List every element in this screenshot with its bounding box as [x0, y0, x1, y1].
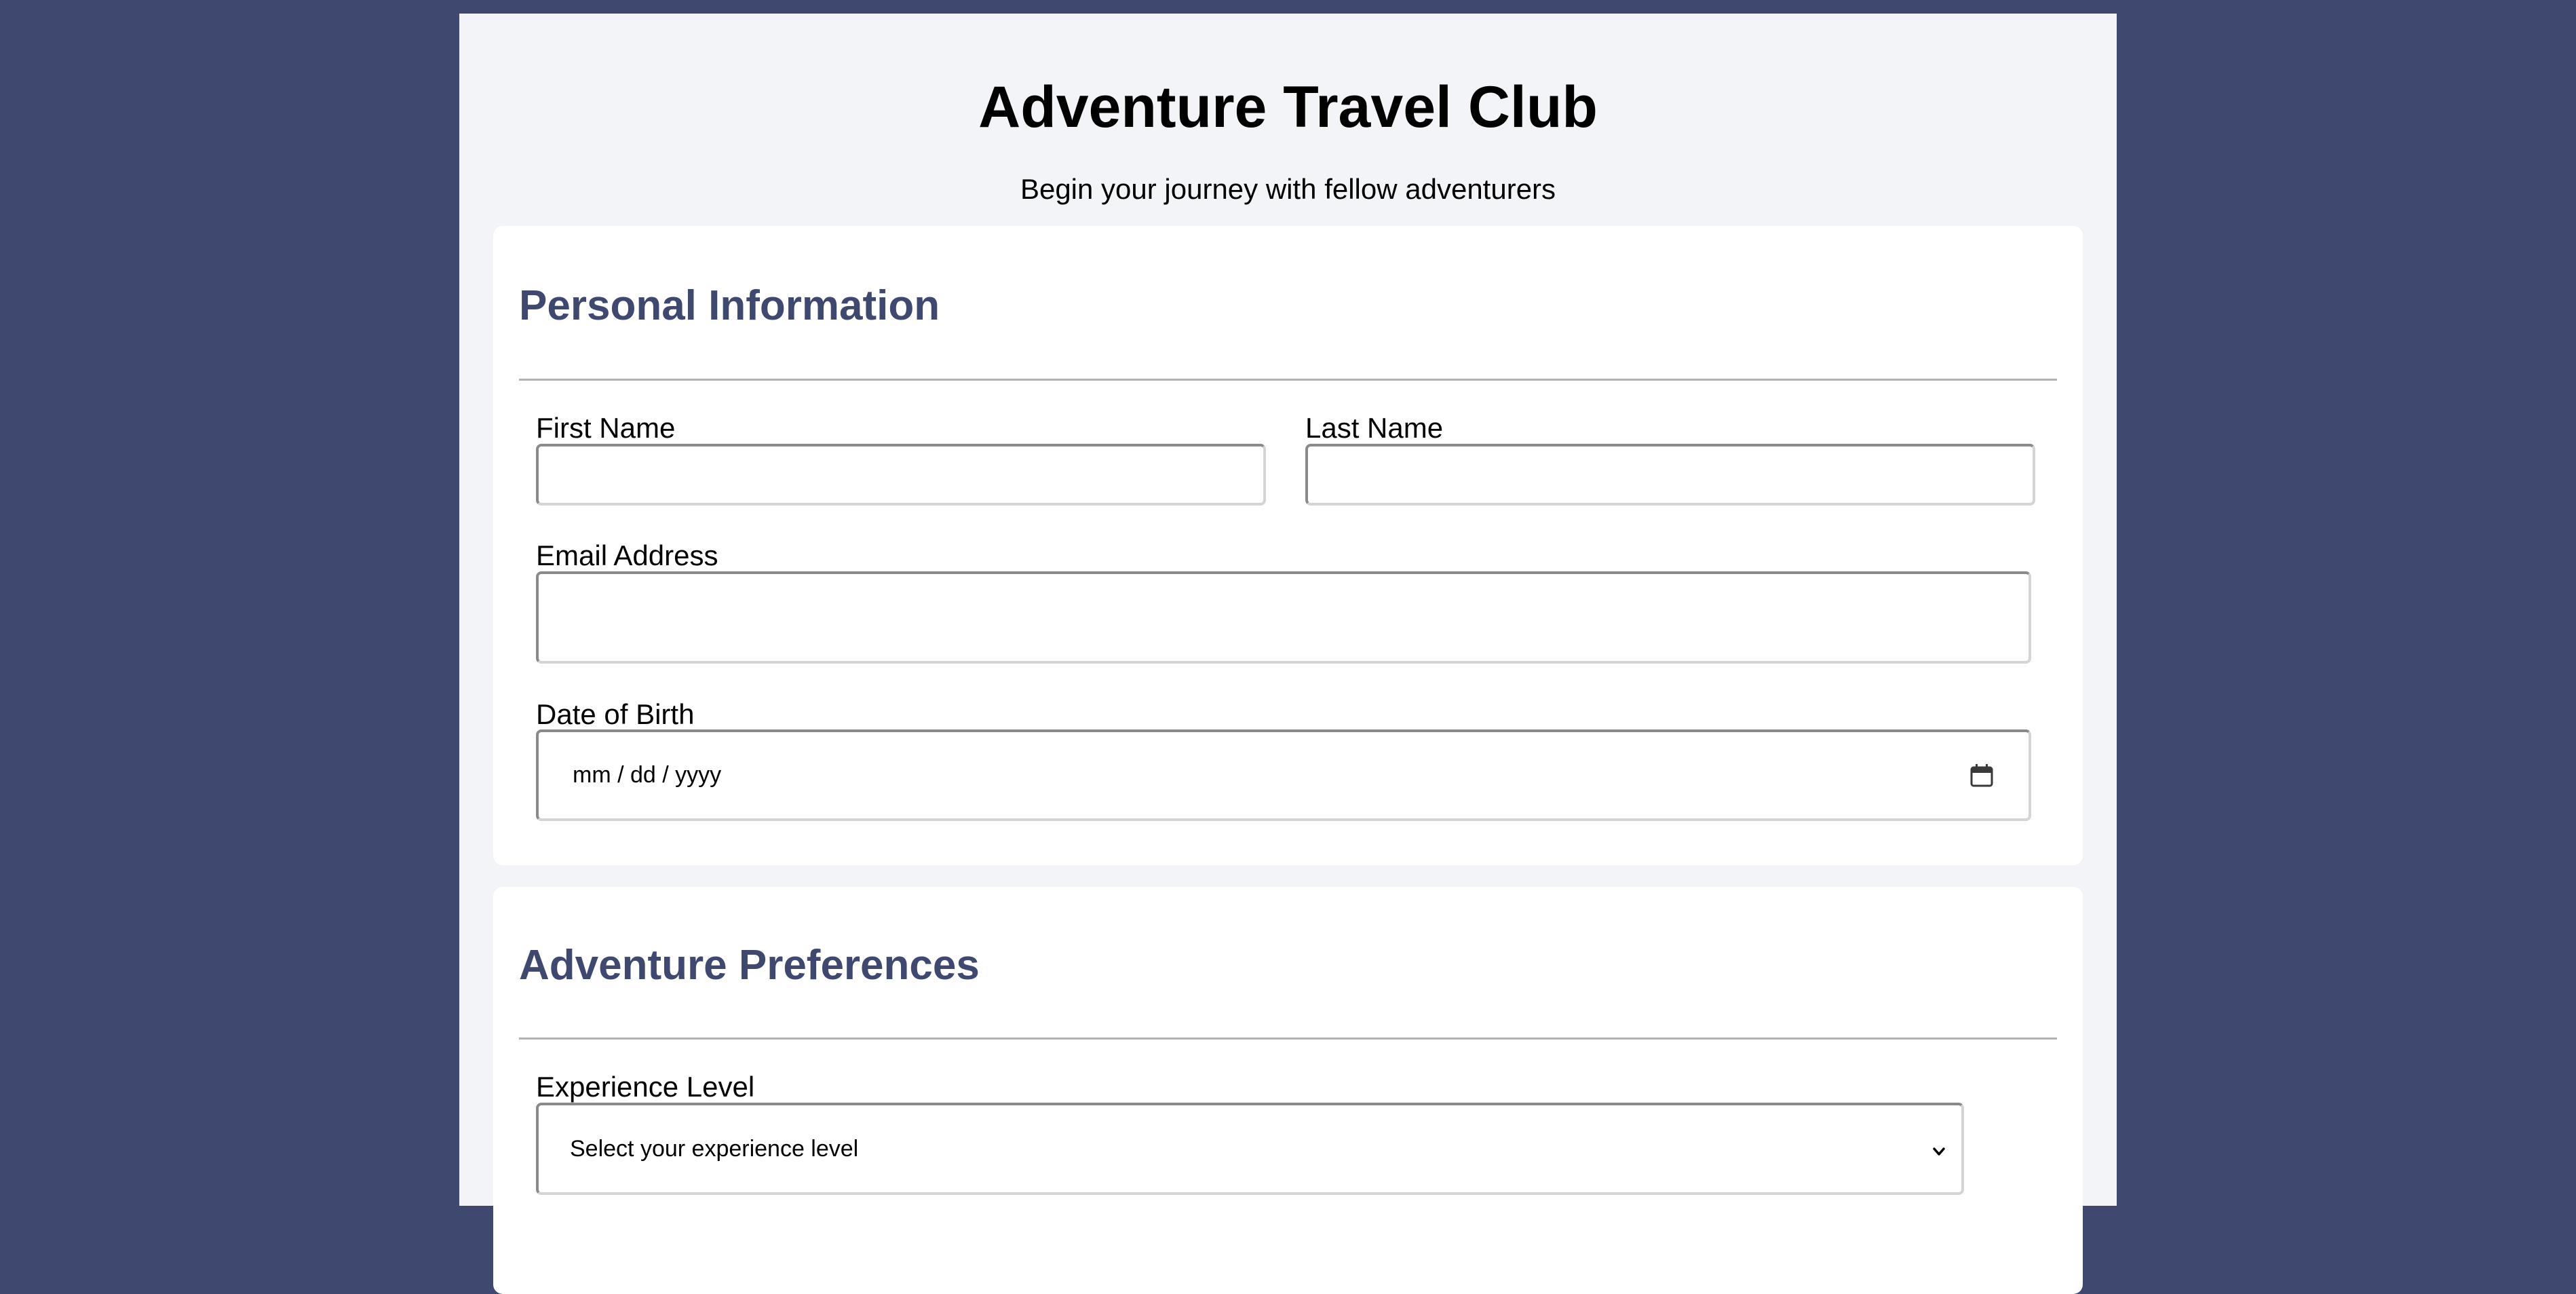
email-field[interactable] — [536, 571, 2031, 664]
email-label: Email Address — [536, 539, 718, 571]
registration-page: Adventure Travel Club Begin your journey… — [459, 14, 2117, 1294]
experience-level-label: Experience Level — [536, 1071, 755, 1103]
date-of-birth-input[interactable]: mm / dd / yyyy — [536, 729, 2031, 821]
page-title: Adventure Travel Club — [978, 75, 1598, 140]
dob-label: Date of Birth — [536, 698, 695, 730]
first-name-label: First Name — [536, 412, 676, 444]
chevron-down-icon — [1930, 1140, 1948, 1158]
calendar-icon[interactable] — [1969, 763, 1995, 788]
date-placeholder: mm / dd / yyyy — [573, 762, 722, 788]
section-title-adventure-preferences: Adventure Preferences — [519, 942, 980, 989]
personal-info-section: Personal Information First Name Last Nam… — [493, 226, 2083, 865]
section-divider — [519, 379, 2057, 381]
page-subtitle: Begin your journey with fellow adventure… — [1020, 173, 1556, 205]
last-name-label: Last Name — [1305, 412, 1444, 444]
section-title-personal-info: Personal Information — [519, 282, 940, 329]
section-divider — [519, 1038, 2057, 1040]
last-name-input[interactable] — [1305, 444, 2035, 506]
adventure-preferences-section: Adventure Preferences Experience Level S… — [493, 887, 2083, 1294]
experience-level-select[interactable]: Select your experience level — [536, 1103, 1964, 1195]
first-name-input[interactable] — [536, 444, 1266, 506]
experience-level-value: Select your experience level — [570, 1135, 859, 1162]
